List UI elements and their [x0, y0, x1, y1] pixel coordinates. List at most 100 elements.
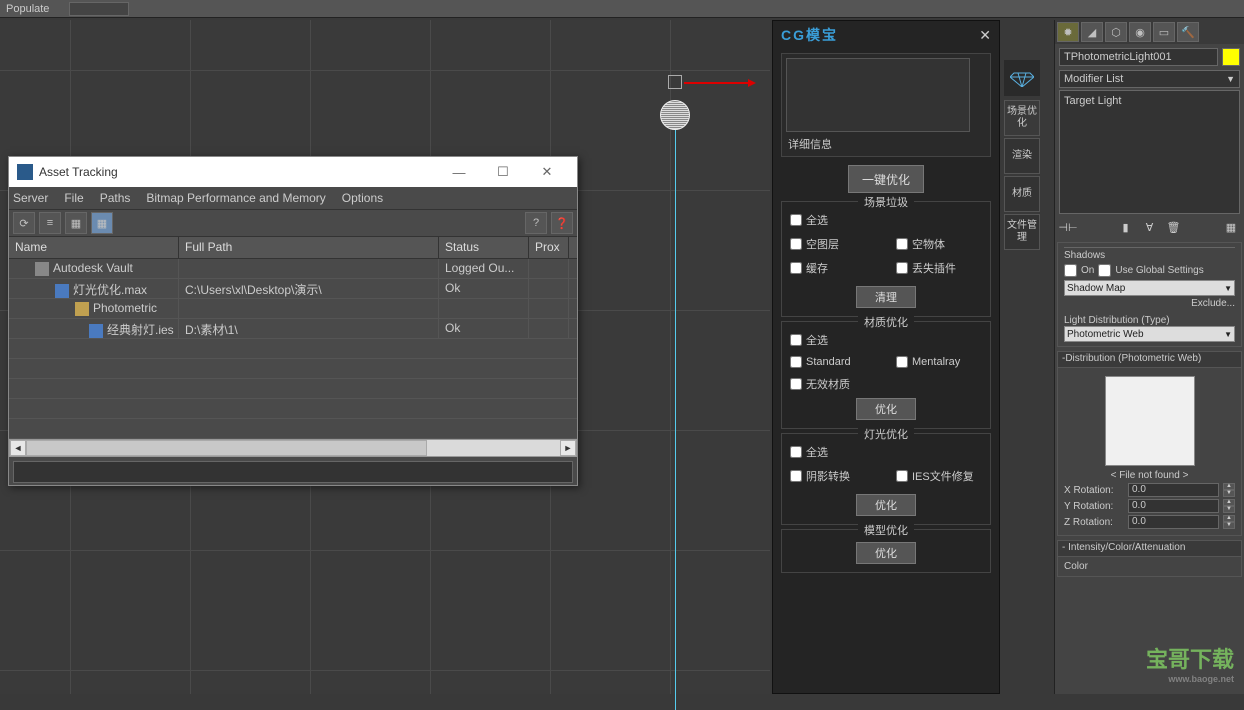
- minimize-button[interactable]: —: [437, 158, 481, 186]
- tb-help-icon[interactable]: ?: [525, 212, 547, 234]
- clean-button[interactable]: 清理: [856, 286, 916, 308]
- pin-icon[interactable]: ⊣⊢: [1059, 218, 1077, 236]
- tab-file-mgmt[interactable]: 文件管理: [1004, 214, 1040, 250]
- scene-trash-section: 场景垃圾 全选 空图层 空物体 缓存 丢失插件 清理: [781, 201, 991, 317]
- col-status[interactable]: Status: [439, 237, 529, 258]
- show-end-icon[interactable]: ▮: [1117, 218, 1135, 236]
- file-icon: [89, 324, 103, 338]
- menu-paths[interactable]: Paths: [100, 191, 131, 205]
- command-panel: ✹ ◢ ⬡ ◉ ▭ 🔨 Modifier List▼ Target Light …: [1054, 20, 1244, 694]
- create-tab-icon[interactable]: ✹: [1057, 22, 1079, 42]
- table-row[interactable]: Photometric: [9, 299, 577, 319]
- optimize-button[interactable]: 优化: [856, 494, 916, 516]
- y-rotation-input[interactable]: 0.0: [1128, 499, 1219, 513]
- table-header: Name Full Path Status Prox: [9, 237, 577, 259]
- col-name[interactable]: Name: [9, 237, 179, 258]
- modify-tab-icon[interactable]: ◢: [1081, 22, 1103, 42]
- tb-info-icon[interactable]: ❓: [551, 212, 573, 234]
- exclude-link[interactable]: Exclude...: [1064, 298, 1235, 309]
- preview-label: 详细信息: [788, 136, 832, 152]
- standard-checkbox[interactable]: Standard: [790, 356, 876, 368]
- asset-titlebar[interactable]: Asset Tracking — ☐ ✕: [9, 157, 577, 187]
- tab-scene-opt[interactable]: 场景优化: [1004, 100, 1040, 136]
- spinner-buttons[interactable]: ▲▼: [1223, 483, 1235, 497]
- file-not-found-label: < File not found >: [1064, 470, 1235, 481]
- motion-tab-icon[interactable]: ◉: [1129, 22, 1151, 42]
- shadow-convert-checkbox[interactable]: 阴影转换: [790, 468, 876, 484]
- vault-icon: [35, 262, 49, 276]
- scroll-thumb[interactable]: [26, 440, 427, 456]
- table-row[interactable]: 灯光优化.max C:\Users\xl\Desktop\演示\ Ok: [9, 279, 577, 299]
- modifier-list-dropdown[interactable]: Modifier List▼: [1059, 70, 1240, 88]
- empty-object-checkbox[interactable]: 空物体: [896, 236, 982, 252]
- material-opt-section: 材质优化 全选 Standard Mentalray 无效材质 优化: [781, 321, 991, 429]
- table-row[interactable]: Autodesk Vault Logged Ou...: [9, 259, 577, 279]
- menu-file[interactable]: File: [64, 191, 83, 205]
- display-tab-icon[interactable]: ▭: [1153, 22, 1175, 42]
- menu-bitmap[interactable]: Bitmap Performance and Memory: [146, 191, 325, 205]
- light-object[interactable]: [660, 100, 690, 130]
- missing-plugin-checkbox[interactable]: 丢失插件: [896, 260, 982, 276]
- intensity-rollout: - Intensity/Color/Attenuation Color: [1057, 540, 1242, 577]
- utilities-tab-icon[interactable]: 🔨: [1177, 22, 1199, 42]
- cache-checkbox[interactable]: 缓存: [790, 260, 876, 276]
- invalid-mat-checkbox[interactable]: 无效材质: [790, 376, 982, 392]
- asset-toolbar: ⟳ ≡ ▦ ▦ ? ❓: [9, 209, 577, 237]
- object-name-input[interactable]: [1059, 48, 1218, 66]
- mentalray-checkbox[interactable]: Mentalray: [896, 356, 982, 368]
- light-ray: [675, 130, 676, 710]
- object-color-swatch[interactable]: [1222, 48, 1240, 66]
- populate-label: Populate: [6, 3, 49, 15]
- file-icon: [55, 284, 69, 298]
- global-settings-checkbox[interactable]: [1098, 264, 1111, 277]
- tab-render[interactable]: 渲染: [1004, 138, 1040, 174]
- photometric-web-preview[interactable]: [1105, 376, 1195, 466]
- tb-list-icon[interactable]: ≡: [39, 212, 61, 234]
- col-proxy[interactable]: Prox: [529, 237, 569, 258]
- tab-material[interactable]: 材质: [1004, 176, 1040, 212]
- remove-icon[interactable]: 🗑: [1165, 218, 1183, 236]
- light-opt-section: 灯光优化 全选 阴影转换 IES文件修复 优化: [781, 433, 991, 525]
- light-dist-dropdown[interactable]: Photometric Web▼: [1064, 326, 1235, 342]
- diamond-icon[interactable]: [1004, 60, 1040, 96]
- tb-grid-icon[interactable]: ▦: [91, 212, 113, 234]
- light-target[interactable]: [668, 75, 682, 89]
- populate-dropdown[interactable]: [69, 2, 129, 16]
- shadow-map-dropdown[interactable]: Shadow Map▼: [1064, 280, 1235, 296]
- tb-refresh-icon[interactable]: ⟳: [13, 212, 35, 234]
- x-rotation-input[interactable]: 0.0: [1128, 483, 1219, 497]
- optimize-button[interactable]: 优化: [856, 398, 916, 420]
- asset-path-input[interactable]: [13, 461, 573, 483]
- make-unique-icon[interactable]: ∀: [1141, 218, 1159, 236]
- shadows-on-checkbox[interactable]: [1064, 264, 1077, 277]
- menu-options[interactable]: Options: [342, 191, 383, 205]
- configure-icon[interactable]: ▦: [1222, 218, 1240, 236]
- ies-repair-checkbox[interactable]: IES文件修复: [896, 468, 982, 484]
- select-all-checkbox[interactable]: 全选: [790, 212, 982, 228]
- modifier-stack[interactable]: Target Light: [1059, 90, 1240, 214]
- preview-area: 详细信息: [781, 53, 991, 157]
- optimize-button[interactable]: 优化: [856, 542, 916, 564]
- one-click-optimize-button[interactable]: 一键优化: [848, 165, 924, 193]
- distribution-rollout: -Distribution (Photometric Web) < File n…: [1057, 351, 1242, 536]
- select-all-checkbox[interactable]: 全选: [790, 444, 982, 460]
- command-tabs: ✹ ◢ ⬡ ◉ ▭ 🔨: [1055, 20, 1244, 44]
- select-all-checkbox[interactable]: 全选: [790, 332, 982, 348]
- scroll-right-icon[interactable]: ►: [560, 440, 576, 456]
- col-path[interactable]: Full Path: [179, 237, 439, 258]
- table-row[interactable]: 经典射灯.ies D:\素材\1\ Ok: [9, 319, 577, 339]
- tb-tree-icon[interactable]: ▦: [65, 212, 87, 234]
- horizontal-scrollbar[interactable]: ◄ ►: [9, 439, 577, 457]
- scroll-left-icon[interactable]: ◄: [10, 440, 26, 456]
- spinner-buttons[interactable]: ▲▼: [1223, 515, 1235, 529]
- maximize-button[interactable]: ☐: [481, 158, 525, 186]
- hierarchy-tab-icon[interactable]: ⬡: [1105, 22, 1127, 42]
- menu-server[interactable]: Server: [13, 191, 48, 205]
- preview-image: [786, 58, 970, 132]
- cg-close-icon[interactable]: ✕: [979, 27, 991, 44]
- shadows-rollout: Shadows On Use Global Settings Shadow Ma…: [1057, 242, 1242, 347]
- spinner-buttons[interactable]: ▲▼: [1223, 499, 1235, 513]
- close-button[interactable]: ✕: [525, 158, 569, 186]
- z-rotation-input[interactable]: 0.0: [1128, 515, 1219, 529]
- empty-layer-checkbox[interactable]: 空图层: [790, 236, 876, 252]
